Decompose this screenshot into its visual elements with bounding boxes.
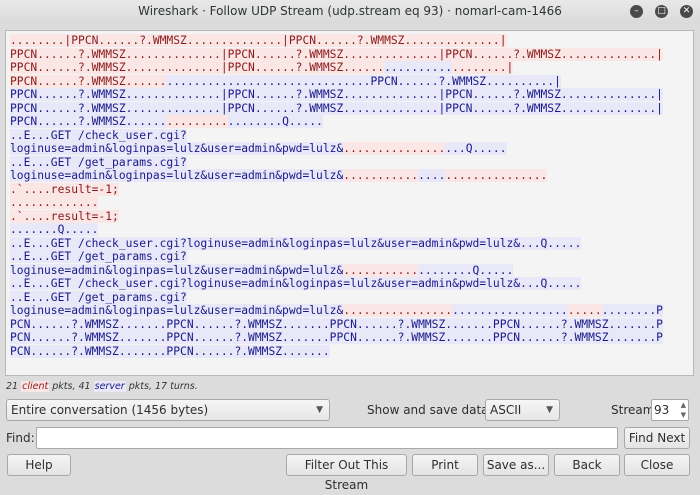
client-data: ............... [343,142,446,155]
client-data: ......... [166,115,228,128]
close-window-icon[interactable]: ✕ [680,5,693,18]
print-button[interactable]: Print [412,454,478,476]
stream-content[interactable]: ........|PPCN......?.WMMSZ..............… [5,30,694,376]
stream-line: ..E...GET /get_params.cgi? [10,155,689,170]
stream-label: Stream [611,403,655,417]
server-data: ..E...GET /get_params.cgi? [10,155,187,169]
stream-line: loginuse=admin&loginpas=lulz&user=admin&… [10,169,689,183]
minimize-icon[interactable]: – [630,5,643,18]
client-data: ..... [567,304,602,317]
client-data: ............... [445,169,548,182]
stream-line: PPCN......?.WMMSZ..............|PPCN....… [10,88,689,102]
find-input[interactable] [36,427,618,449]
stream-line: PPCN......?.WMMSZ.......................… [10,115,689,129]
server-data: .......... [384,61,453,74]
stats-mid: pkts, 41 [52,381,91,392]
server-data: loginuse=admin&loginpas=lulz&user=admin&… [10,169,344,182]
stream-line: PPCN......?.WMMSZ..............|PPCN....… [10,61,689,75]
stream-line: ..E...GET /get_params.cgi? [10,290,689,305]
client-data: .`....result=-1; [10,209,119,223]
back-button[interactable]: Back [554,454,620,476]
help-button[interactable]: Help [7,454,71,476]
stream-line: ..E...GET /get_params.cgi? [10,250,689,264]
stream-line: loginuse=admin&loginpas=lulz&user=admin&… [10,263,689,278]
server-data: PCN......?.WMMSZ.......PPCN......?.WMMSZ… [10,331,663,344]
server-data: loginuse=admin&loginpas=lulz&user=admin&… [10,142,344,155]
client-data: ........| [452,61,514,74]
server-data: ................. [452,304,568,317]
server-data: ........P [601,304,663,317]
server-data: ..E...GET /check_user.cgi? [10,128,187,142]
server-data: PPCN......?.WMMSZ..............|PPCN....… [10,88,663,101]
stream-line: PPCN......?.WMMSZ..............|PPCN....… [10,101,689,116]
client-data: ........|PPCN......?.WMMSZ..............… [10,34,507,47]
chevron-down-icon: ▼ [316,405,323,415]
client-data: ................ [343,304,453,317]
stream-line: PCN......?.WMMSZ.......PPCN......?.WMMSZ… [10,331,689,345]
server-data: ..............................PPCN......… [166,74,561,88]
server-data: ..E...GET /check_user.cgi?loginuse=admin… [10,236,582,250]
stream-line: loginuse=admin&loginpas=lulz&user=admin&… [10,304,689,318]
stream-line: .`....result=-1; [10,209,689,224]
conversation-select[interactable]: Entire conversation (1456 bytes) ▼ [6,399,330,421]
server-data: PCN......?.WMMSZ.......PPCN......?.WMMSZ… [10,317,663,331]
client-data: ........... [343,169,419,182]
server-data: ........Q..... [418,263,514,277]
stream-line: PCN......?.WMMSZ.......PPCN......?.WMMSZ… [10,344,689,359]
server-data: .......Q..... [10,223,99,236]
find-next-button[interactable]: Find Next [624,427,690,449]
stream-stats: 21 client pkts, 41 server pkts, 17 turns… [6,381,198,392]
stream-value: 93 [654,403,670,417]
client-count: 21 [6,381,19,392]
find-label: Find: [6,431,35,445]
server-data: PPCN......?.WMMSZ..............|PPCN....… [10,101,663,115]
maximize-icon[interactable]: □ [655,5,668,18]
stream-line: ............. [10,196,689,210]
stream-line: .......Q..... [10,223,689,237]
title-bar: Wireshark · Follow UDP Stream (udp.strea… [0,0,700,24]
window-title: Wireshark · Follow UDP Stream (udp.strea… [138,4,562,18]
client-data: PPCN......?.WMMSZ...... [10,74,167,88]
stream-line: ..E...GET /check_user.cgi?loginuse=admin… [10,277,689,291]
client-data: ........... [343,263,419,277]
client-data: PPCN......?.WMMSZ..............|PPCN....… [10,61,385,74]
stream-line: PPCN......?.WMMSZ.......................… [10,74,689,89]
client-data: PPCN......?.WMMSZ..............|PPCN....… [10,47,663,61]
server-data: ...Q..... [445,142,507,155]
stream-line: loginuse=admin&loginpas=lulz&user=admin&… [10,142,689,156]
stream-line: PCN......?.WMMSZ.......PPCN......?.WMMSZ… [10,317,689,332]
conversation-value: Entire conversation (1456 bytes) [11,403,209,417]
server-data: loginuse=admin&loginpas=lulz&user=admin&… [10,263,344,277]
server-data: ..E...GET /get_params.cgi? [10,290,187,304]
save-as-button[interactable]: Save as... [483,454,549,476]
stats-tail: pkts, 17 turns. [128,381,198,392]
close-button[interactable]: Close [624,454,690,476]
server-data: ..E...GET /check_user.cgi?loginuse=admin… [10,277,582,290]
format-value: ASCII [490,403,522,417]
server-data: PCN......?.WMMSZ.......PPCN......?.WMMSZ… [10,344,330,358]
server-data: .... [418,169,446,182]
client-data: .`....result=-1; [10,182,119,196]
spin-arrows-icon[interactable]: ▲ ▼ [681,400,686,420]
stream-line: ........|PPCN......?.WMMSZ..............… [10,34,689,48]
client-data: ............. [10,196,99,209]
server-data: PPCN......?.WMMSZ...... [10,115,167,128]
format-select[interactable]: ASCII ▼ [485,399,560,421]
server-data: ........Q..... [227,115,323,128]
server-label: server [93,381,126,392]
stream-line: PPCN......?.WMMSZ..............|PPCN....… [10,47,689,62]
server-data: loginuse=admin&loginpas=lulz&user=admin&… [10,304,344,317]
chevron-down-icon: ▼ [546,405,553,415]
stream-spinbox[interactable]: 93 ▲ ▼ [651,399,689,421]
filter-out-button[interactable]: Filter Out This Stream [286,454,407,492]
stream-line: ..E...GET /check_user.cgi? [10,128,689,143]
client-label: client [21,381,50,392]
stream-line: .`....result=-1; [10,182,689,197]
stream-line: ..E...GET /check_user.cgi?loginuse=admin… [10,236,689,251]
server-data: ..E...GET /get_params.cgi? [10,250,187,263]
